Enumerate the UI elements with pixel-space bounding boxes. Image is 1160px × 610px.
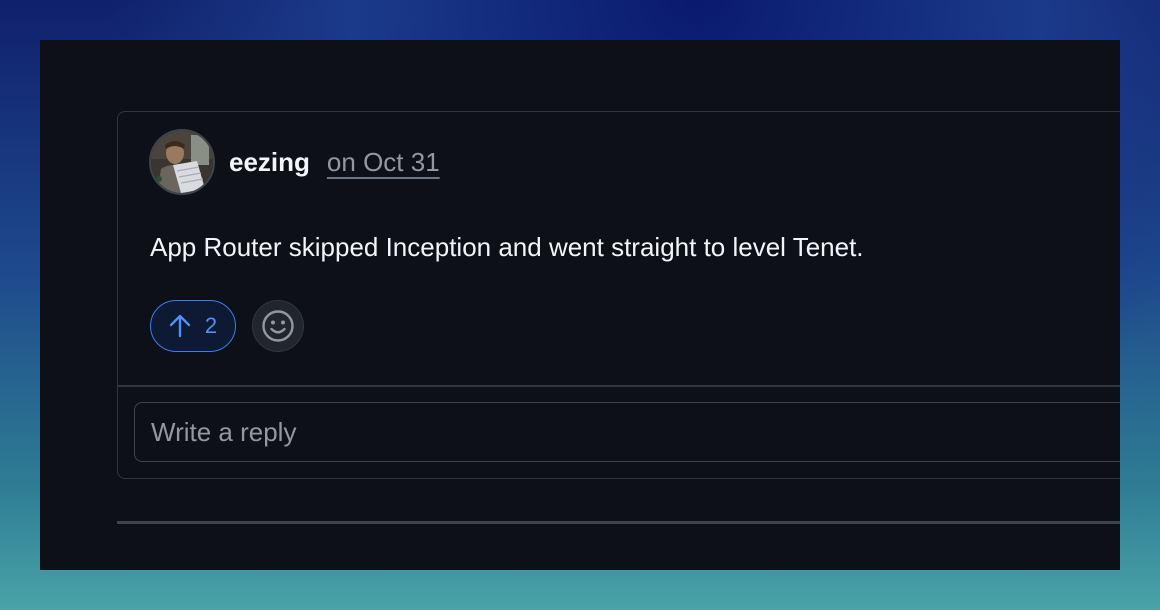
add-reaction-button[interactable] xyxy=(252,300,304,352)
comment-body: App Router skipped Inception and went st… xyxy=(150,232,864,262)
comment-timestamp[interactable]: on Oct 31 xyxy=(327,147,440,178)
smiley-icon xyxy=(262,310,294,342)
comment-card: eezing on Oct 31 App Router skipped Ince… xyxy=(117,111,1120,479)
discussion-window: eezing on Oct 31 App Router skipped Ince… xyxy=(40,40,1120,570)
comment-author[interactable]: eezing xyxy=(229,147,310,178)
section-divider xyxy=(117,521,1120,524)
avatar[interactable] xyxy=(149,129,215,195)
comment-header: eezing on Oct 31 xyxy=(149,128,440,196)
reactions-bar: 2 xyxy=(150,300,304,352)
upvote-button[interactable]: 2 xyxy=(150,300,236,352)
avatar-photo xyxy=(151,131,213,193)
upvote-count: 2 xyxy=(204,313,218,338)
reply-input[interactable] xyxy=(134,402,1120,462)
arrow-up-icon xyxy=(169,314,191,338)
divider xyxy=(118,385,1120,387)
